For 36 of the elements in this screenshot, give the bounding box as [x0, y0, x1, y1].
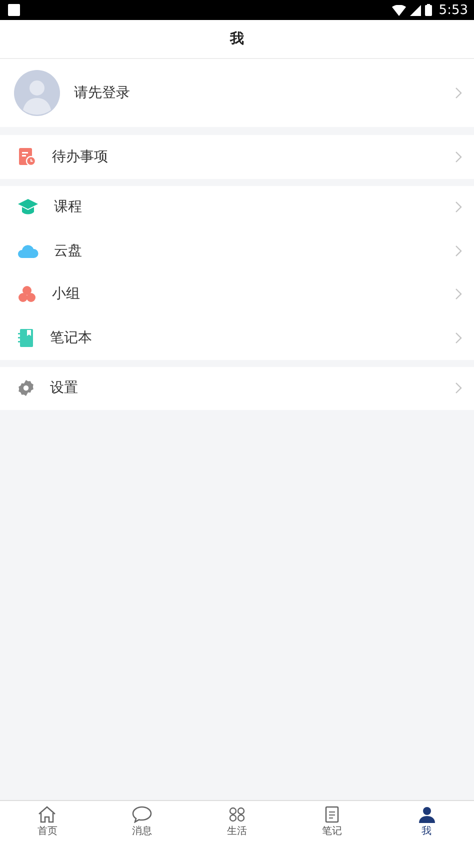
- chevron-right-icon: [455, 288, 462, 300]
- tab[interactable]: 消息: [94, 801, 190, 842]
- menu-item[interactable]: 课程: [0, 186, 474, 229]
- menu-item[interactable]: 笔记本: [0, 316, 474, 360]
- settings-icon: [17, 379, 35, 398]
- menu-item[interactable]: 小组: [0, 272, 474, 316]
- login-row[interactable]: 请先登录: [0, 59, 474, 127]
- tab[interactable]: 我: [379, 801, 474, 842]
- login-prompt: 请先登录: [74, 84, 131, 102]
- battery-icon: [424, 4, 432, 16]
- page-title: 我: [230, 30, 244, 48]
- signal-icon: [410, 4, 421, 16]
- notification-icon: [8, 4, 20, 16]
- chevron-right-icon: [455, 332, 462, 344]
- chevron-right-icon: [455, 150, 462, 163]
- chevron-right-icon: [455, 382, 462, 394]
- notebook-icon: [17, 328, 35, 348]
- home-icon: [37, 806, 58, 822]
- avatar-placeholder-icon: [14, 70, 60, 116]
- chevron-right-icon: [455, 244, 462, 257]
- chevron-right-icon: [455, 87, 462, 99]
- menu-item[interactable]: 设置: [0, 366, 474, 410]
- circles-icon: [226, 806, 247, 822]
- speech-bubble-icon: [132, 806, 152, 822]
- menu-item[interactable]: 云盘: [0, 229, 474, 272]
- three-circles-icon: [17, 284, 37, 304]
- cloud-icon: [17, 242, 39, 259]
- chevron-right-icon: [455, 201, 462, 214]
- document-clock-icon: [17, 146, 37, 167]
- tab[interactable]: 笔记: [284, 801, 380, 842]
- person-icon: [416, 806, 437, 822]
- wifi-icon: [392, 4, 406, 16]
- tab[interactable]: 生活: [190, 801, 284, 842]
- menu-item[interactable]: 待办事项: [0, 135, 474, 178]
- tab[interactable]: 首页: [0, 801, 95, 842]
- status-time: 5:53: [438, 2, 468, 18]
